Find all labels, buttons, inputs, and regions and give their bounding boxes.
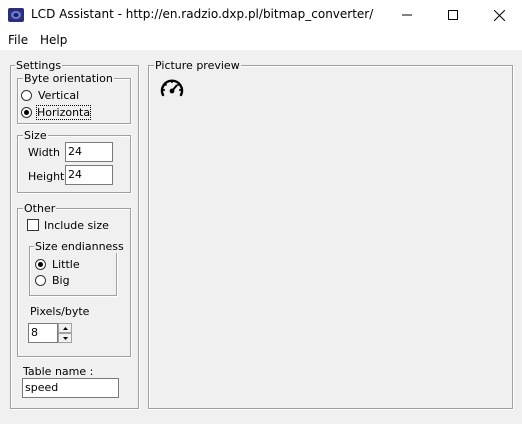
radio-horizontal-label[interactable]: Horizonta — [35, 105, 92, 120]
include-size-checkbox[interactable] — [27, 219, 39, 231]
window-title: LCD Assistant - http://en.radzio.dxp.pl/… — [31, 7, 374, 21]
table-name-label: Table name : — [23, 365, 94, 378]
radio-little-label[interactable]: Little — [52, 258, 80, 271]
maximize-button[interactable] — [430, 0, 476, 30]
client-area: Settings Byte orientation Vertical Horiz… — [0, 50, 522, 424]
height-label: Height — [28, 170, 65, 183]
picture-preview-group: Picture preview — [148, 59, 513, 409]
spin-down-button[interactable] — [58, 333, 72, 343]
size-endianness-group: Size endianness — [29, 240, 125, 296]
radio-big[interactable] — [35, 275, 46, 286]
byte-orientation-title: Byte orientation — [23, 72, 114, 85]
radio-little[interactable] — [35, 259, 46, 270]
radio-horizontal[interactable] — [21, 107, 32, 118]
menu-file[interactable]: File — [8, 33, 28, 47]
size-endianness-title: Size endianness — [34, 240, 125, 253]
size-group-title: Size — [23, 129, 48, 142]
picture-preview-title: Picture preview — [154, 59, 241, 72]
pixels-per-byte-label: Pixels/byte — [30, 305, 90, 318]
radio-big-label[interactable]: Big — [52, 274, 70, 287]
spin-up-button[interactable] — [58, 323, 72, 333]
other-group-title: Other — [23, 202, 57, 215]
pixels-per-byte-input[interactable]: 8 — [28, 323, 58, 343]
maximize-icon — [448, 10, 458, 20]
width-label: Width — [28, 146, 60, 159]
lcd-assistant-icon — [8, 8, 24, 22]
menu-help[interactable]: Help — [40, 33, 67, 47]
speedometer-icon — [160, 79, 184, 97]
arrow-down-icon — [62, 336, 68, 340]
menu-bar: File Help — [0, 30, 522, 50]
minimize-button[interactable] — [384, 0, 430, 30]
arrow-up-icon — [62, 326, 68, 330]
settings-group-title: Settings — [15, 59, 63, 72]
width-input[interactable]: 24 — [65, 142, 113, 162]
radio-vertical-label[interactable]: Vertical — [38, 89, 79, 102]
radio-vertical[interactable] — [21, 90, 32, 101]
table-name-input[interactable]: speed — [22, 378, 119, 398]
close-button[interactable] — [476, 0, 522, 30]
height-input[interactable]: 24 — [65, 165, 113, 185]
minimize-icon — [402, 14, 412, 16]
close-icon — [493, 9, 505, 21]
title-bar[interactable]: LCD Assistant - http://en.radzio.dxp.pl/… — [0, 0, 522, 30]
include-size-label[interactable]: Include size — [44, 219, 109, 232]
